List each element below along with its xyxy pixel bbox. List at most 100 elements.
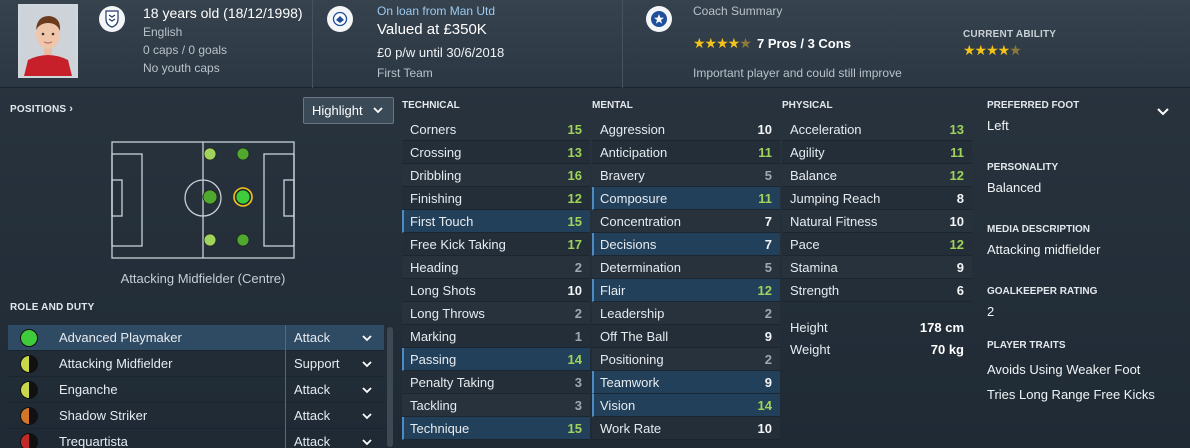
- attribute-value: 2: [764, 305, 772, 321]
- positions-title[interactable]: POSITIONS ›: [10, 103, 73, 115]
- attribute-name: Acceleration: [790, 121, 862, 137]
- role-name: Enganche: [59, 382, 118, 397]
- attribute-row[interactable]: Long Throws 2: [402, 302, 590, 325]
- attribute-row[interactable]: Bravery 5: [592, 164, 780, 187]
- mental-title: MENTAL: [592, 100, 633, 111]
- attribute-name: Concentration: [600, 213, 681, 229]
- attribute-value: 5: [764, 259, 772, 275]
- duty-select[interactable]: Attack: [285, 324, 383, 351]
- attribute-name: Pace: [790, 236, 820, 252]
- role-suitability-icon: [20, 432, 38, 448]
- chevron-down-icon[interactable]: [1156, 104, 1170, 121]
- role-name: Trequartista: [59, 434, 128, 448]
- chevron-down-icon: [361, 436, 373, 448]
- attribute-row[interactable]: Anticipation 11: [592, 141, 780, 164]
- duty-select[interactable]: Attack: [285, 428, 383, 448]
- attribute-name: Aggression: [600, 121, 666, 137]
- attribute-value: 2: [574, 259, 582, 275]
- attribute-row[interactable]: Agility 11: [782, 141, 972, 164]
- attribute-row[interactable]: Heading 2: [402, 256, 590, 279]
- attribute-value: 2: [764, 351, 772, 367]
- attribute-value: 16: [567, 167, 582, 183]
- attribute-row[interactable]: Marking 1: [402, 325, 590, 348]
- player-youth-caps: No youth caps: [143, 61, 220, 75]
- attribute-row[interactable]: Flair 12: [592, 279, 780, 302]
- attribute-row[interactable]: Determination 5: [592, 256, 780, 279]
- height-weight: Height 178 cm Weight 70 kg: [782, 316, 972, 360]
- highlight-select[interactable]: Highlight: [303, 97, 394, 124]
- attribute-row[interactable]: Vision 14: [592, 394, 780, 417]
- attribute-value: 13: [567, 144, 582, 160]
- attribute-row[interactable]: Leadership 2: [592, 302, 780, 325]
- role-row[interactable]: Shadow Striker Attack: [8, 402, 384, 429]
- attribute-value: 6: [956, 282, 964, 298]
- attribute-row[interactable]: Penalty Taking 3: [402, 371, 590, 394]
- attribute-row[interactable]: Pace 12: [782, 233, 972, 256]
- attribute-row[interactable]: Tackling 3: [402, 394, 590, 417]
- attribute-row[interactable]: Dribbling 16: [402, 164, 590, 187]
- player-trait[interactable]: Avoids Using Weaker Foot: [987, 360, 1183, 385]
- attribute-value: 9: [764, 374, 772, 390]
- position-marker: [235, 189, 251, 205]
- player-info-panel: PREFERRED FOOT Left PERSONALITY Balanced…: [987, 100, 1183, 410]
- role-row[interactable]: Advanced Playmaker Attack: [8, 324, 384, 351]
- attribute-value: 11: [950, 144, 964, 160]
- loan-link[interactable]: On loan from Man Utd: [377, 4, 495, 18]
- attribute-value: 2: [574, 305, 582, 321]
- attribute-name: Natural Fitness: [790, 213, 878, 229]
- current-ability-label: CURRENT ABILITY: [963, 29, 1057, 40]
- attribute-value: 14: [567, 351, 582, 367]
- attribute-value: 11: [758, 144, 772, 160]
- player-photo: [18, 4, 78, 78]
- attribute-row[interactable]: Acceleration 13: [782, 118, 972, 141]
- attribute-value: 13: [949, 121, 964, 137]
- attribute-row[interactable]: Work Rate 10: [592, 417, 780, 440]
- attribute-value: 15: [567, 121, 582, 137]
- attribute-row[interactable]: Long Shots 10: [402, 279, 590, 302]
- attribute-row[interactable]: Composure 11: [592, 187, 780, 210]
- attribute-row[interactable]: Strength 6: [782, 279, 972, 302]
- position-marker: [202, 189, 218, 205]
- attribute-row[interactable]: Free Kick Taking 17: [402, 233, 590, 256]
- duty-select[interactable]: Attack: [285, 376, 383, 403]
- attribute-row[interactable]: Corners 15: [402, 118, 590, 141]
- squad-status[interactable]: First Team: [377, 66, 433, 80]
- attribute-row[interactable]: Concentration 7: [592, 210, 780, 233]
- attribute-name: Balance: [790, 167, 837, 183]
- attribute-row[interactable]: Passing 14: [402, 348, 590, 371]
- position-pitch: [111, 141, 295, 259]
- chevron-down-icon: [361, 384, 373, 399]
- duty-select[interactable]: Support: [285, 350, 383, 377]
- attribute-row[interactable]: Aggression 10: [592, 118, 780, 141]
- duty-select[interactable]: Attack: [285, 402, 383, 429]
- attribute-row[interactable]: Balance 12: [782, 164, 972, 187]
- player-nationality[interactable]: English: [143, 25, 182, 39]
- attribute-name: Strength: [790, 282, 840, 298]
- player-value: Valued at £350K: [377, 21, 487, 38]
- attribute-row[interactable]: Teamwork 9: [592, 371, 780, 394]
- role-row[interactable]: Attacking Midfielder Support: [8, 350, 384, 377]
- attribute-row[interactable]: First Touch 15: [402, 210, 590, 233]
- player-trait[interactable]: Tries Long Range Free Kicks: [987, 385, 1183, 410]
- attribute-row[interactable]: Decisions 7: [592, 233, 780, 256]
- attribute-row[interactable]: Stamina 9: [782, 256, 972, 279]
- preferred-foot-label: PREFERRED FOOT: [987, 100, 1080, 111]
- duty-label: Support: [294, 356, 340, 371]
- coach-pros-cons[interactable]: 7 Pros / 3 Cons: [757, 36, 851, 51]
- attribute-value: 10: [757, 420, 772, 436]
- role-suitability-icon: [20, 406, 38, 425]
- personality-value[interactable]: Balanced: [987, 178, 1183, 224]
- role-row[interactable]: Trequartista Attack: [8, 428, 384, 448]
- attribute-row[interactable]: Technique 15: [402, 417, 590, 440]
- attribute-name: Decisions: [600, 236, 657, 252]
- role-row[interactable]: Enganche Attack: [8, 376, 384, 403]
- attribute-row[interactable]: Off The Ball 9: [592, 325, 780, 348]
- club-crest-icon[interactable]: [327, 6, 353, 32]
- attribute-row[interactable]: Positioning 2: [592, 348, 780, 371]
- attribute-row[interactable]: Crossing 13: [402, 141, 590, 164]
- roles-scrollbar[interactable]: [387, 327, 393, 447]
- attribute-row[interactable]: Jumping Reach 8: [782, 187, 972, 210]
- current-ability-stars: ★★★★★: [963, 42, 1022, 58]
- attribute-row[interactable]: Natural Fitness 10: [782, 210, 972, 233]
- attribute-row[interactable]: Finishing 12: [402, 187, 590, 210]
